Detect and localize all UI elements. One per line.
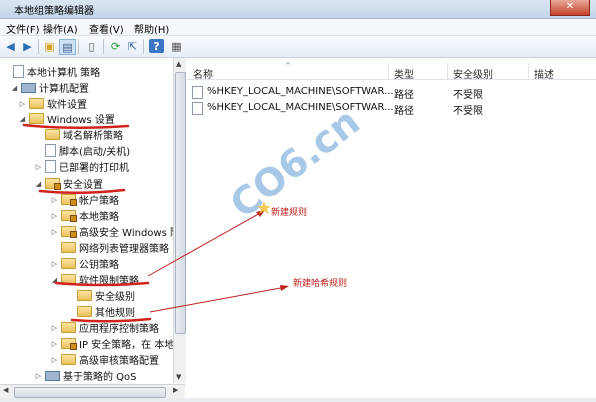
list-item[interactable]: %HKEY_LOCAL_MACHINE\SOFTWAR... 路径 不受限	[187, 100, 596, 117]
printer-icon	[45, 160, 56, 173]
security-folder-icon	[61, 210, 77, 222]
export-icon[interactable]: ⇱	[125, 39, 140, 53]
column-header-type[interactable]: 类型	[394, 66, 414, 81]
scroll-thumb[interactable]	[14, 387, 166, 398]
folder-icon	[29, 113, 44, 124]
ip-security-icon	[61, 338, 77, 350]
help-icon[interactable]: ?	[149, 39, 164, 53]
menu-view[interactable]: 查看(V)	[89, 21, 124, 36]
console-tree: 本地计算机 策略 ◢ 计算机配置 ▷ 软件设置 ◢ Windows 设置 域名解析策略…	[0, 58, 174, 383]
policy-doc-icon	[13, 65, 24, 78]
column-divider[interactable]	[447, 63, 448, 79]
tree-item-app-control[interactable]: ▷ 应用程序控制策略	[50, 320, 159, 335]
column-divider[interactable]	[528, 63, 529, 79]
properties-icon[interactable]: ▯	[84, 39, 99, 53]
path-rule-icon	[192, 86, 203, 99]
tree-horizontal-scrollbar[interactable]: ◀ ▶	[0, 384, 185, 399]
tree-item-scripts[interactable]: 脚本(启动/关机)	[34, 143, 130, 158]
folder-icon	[61, 274, 76, 285]
rule-type: 路径	[394, 90, 414, 101]
tree-item-local-policy[interactable]: 本地计算机 策略	[2, 64, 100, 79]
tree-item-network-list[interactable]: 网络列表管理器策略	[50, 240, 169, 255]
list-header: 名称 ^ 类型 安全级别 描述	[187, 62, 596, 81]
tree-item-software-restriction[interactable]: ◢ 软件限制策略	[50, 272, 139, 287]
tree-vertical-scrollbar[interactable]: ▲ ▼	[173, 58, 186, 383]
forward-icon[interactable]: ▶	[20, 39, 35, 53]
folder-icon	[61, 322, 76, 333]
close-button[interactable]: ✕	[550, 0, 590, 16]
scroll-left-icon[interactable]: ◀	[3, 386, 8, 394]
tree-item-computer-config[interactable]: ◢ 计算机配置	[10, 80, 89, 95]
script-icon	[45, 144, 56, 157]
computer-icon	[21, 82, 36, 93]
folder-icon	[77, 290, 92, 301]
rule-level: 不受限	[453, 90, 483, 101]
tree-item-windows-settings[interactable]: ◢ Windows 设置	[18, 111, 115, 126]
path-rule-icon	[192, 102, 203, 115]
window-title: 本地组策略编辑器	[14, 6, 94, 17]
scroll-down-icon[interactable]: ▼	[176, 373, 181, 381]
show-hide-tree-icon[interactable]: ▤	[59, 39, 76, 55]
up-folder-icon[interactable]: ▣	[42, 39, 57, 53]
view-icon[interactable]: ▦	[169, 39, 184, 53]
folder-icon	[61, 258, 76, 269]
list-item[interactable]: %HKEY_LOCAL_MACHINE\SOFTWAR... 路径 不受限	[187, 84, 596, 101]
sort-ascending-icon: ^	[285, 62, 291, 70]
tree-item-software-settings[interactable]: ▷ 软件设置	[18, 96, 87, 111]
rule-level: 不受限	[453, 106, 483, 117]
qos-chart-icon	[45, 370, 60, 381]
tree-item-security-levels[interactable]: 安全级别	[66, 288, 135, 303]
rule-type: 路径	[394, 106, 414, 117]
folder-icon	[61, 354, 76, 365]
menu-file[interactable]: 文件(F)	[6, 21, 40, 36]
toolbar-separator	[38, 39, 39, 54]
tree-item-name-resolution[interactable]: 域名解析策略	[34, 127, 123, 142]
back-icon[interactable]: ◀	[3, 39, 18, 53]
tree-item-local-policies[interactable]: ▷ 本地策略	[50, 208, 119, 223]
title-bar: 本地组策略编辑器 ✕	[0, 0, 596, 19]
column-header-name[interactable]: 名称	[193, 66, 213, 81]
scroll-thumb[interactable]	[175, 72, 186, 334]
scroll-up-icon[interactable]: ▲	[176, 60, 181, 68]
tree-item-ip-security[interactable]: ▷ IP 安全策略，在 本地	[50, 336, 173, 351]
menu-help[interactable]: 帮助(H)	[134, 21, 169, 36]
security-folder-icon	[61, 194, 77, 206]
security-icon	[45, 178, 61, 190]
menu-bar: 文件(F) 操作(A) 查看(V) 帮助(H)	[0, 19, 596, 36]
folder-icon	[29, 98, 44, 109]
tree-item-security-settings[interactable]: ◢ 安全设置	[34, 176, 103, 191]
menu-action[interactable]: 操作(A)	[43, 21, 78, 36]
column-header-desc[interactable]: 描述	[534, 66, 554, 81]
annotation-new-rule: 新建规则	[271, 208, 308, 218]
firewall-icon	[61, 226, 77, 238]
tree-item-public-key[interactable]: ▷ 公钥策略	[50, 256, 119, 271]
column-header-level[interactable]: 安全级别	[453, 66, 493, 81]
annotation-new-hash-rule: 新建哈希规则	[293, 279, 348, 289]
status-bar	[0, 398, 596, 402]
refresh-icon[interactable]: ⟳	[108, 39, 123, 53]
tree-item-printers[interactable]: ▷ 已部署的打印机	[34, 159, 129, 174]
column-divider[interactable]	[388, 63, 389, 79]
scroll-right-icon[interactable]: ▶	[173, 386, 178, 394]
rule-name: %HKEY_LOCAL_MACHINE\SOFTWAR...	[207, 86, 394, 97]
rule-name: %HKEY_LOCAL_MACHINE\SOFTWAR...	[207, 102, 394, 113]
folder-icon	[61, 242, 76, 253]
folder-open-icon	[77, 306, 92, 317]
toolbar: ◀ ▶ ▣ ▤ ▯ ⟳ ⇱ ? ▦	[0, 36, 596, 58]
tree-item-firewall[interactable]: ▷ 高级安全 Windows 防	[50, 224, 173, 239]
tree-item-additional-rules[interactable]: 其他规则	[66, 304, 135, 319]
toolbar-separator	[78, 39, 79, 54]
tree-item-qos[interactable]: ▷ 基于策略的 QoS	[34, 368, 137, 383]
details-pane: 名称 ^ 类型 安全级别 描述 %HKEY_LOCAL_MACHINE\SOFT…	[187, 58, 596, 398]
toolbar-separator	[143, 39, 144, 54]
toolbar-separator	[103, 39, 104, 54]
tree-item-account-policies[interactable]: ▷ 帐户策略	[50, 192, 119, 207]
folder-icon	[45, 129, 60, 140]
tree-item-advanced-audit[interactable]: ▷ 高级审核策略配置	[50, 352, 159, 367]
